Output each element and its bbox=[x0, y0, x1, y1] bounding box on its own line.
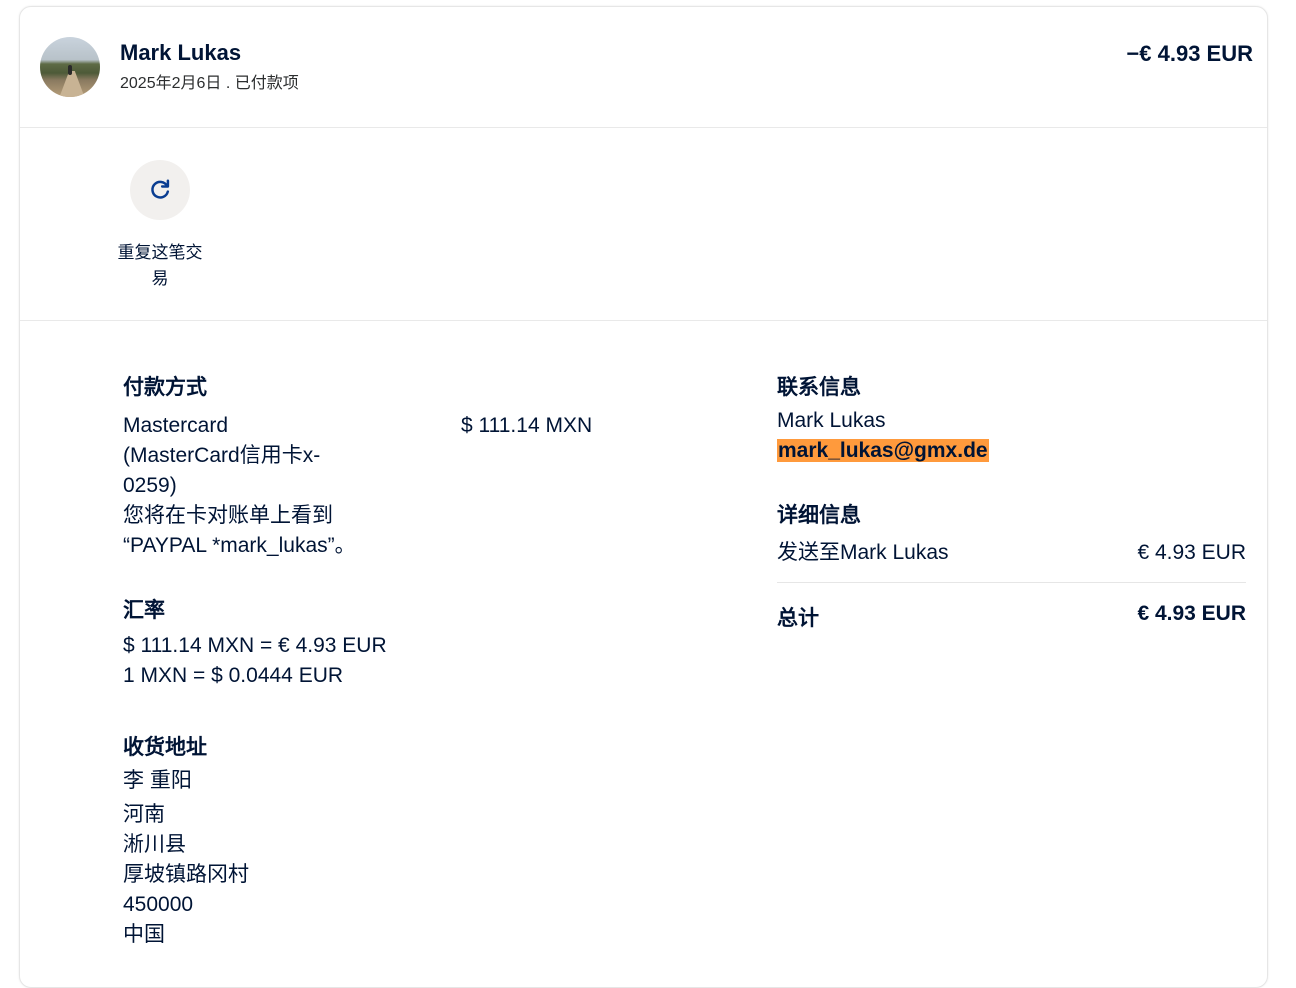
payment-method-line: (MasterCard信用卡x- bbox=[123, 444, 321, 467]
total-amount: € 4.93 EUR bbox=[1137, 602, 1246, 625]
statement-descriptor: “PAYPAL *mark_lukas”。 bbox=[123, 534, 356, 557]
address-line: 河南 bbox=[123, 803, 165, 826]
exchange-rate-line: 1 MXN = $ 0.0444 EUR bbox=[123, 664, 344, 687]
payment-method-line: 0259) bbox=[123, 474, 177, 497]
exchange-rate-title: 汇率 bbox=[123, 599, 165, 622]
sent-amount: € 4.93 EUR bbox=[1137, 541, 1246, 564]
transaction-header: Mark Lukas 2025年2月6日 . 已付款项 −€ 4.93 EUR bbox=[20, 7, 1267, 128]
transaction-card: Mark Lukas 2025年2月6日 . 已付款项 −€ 4.93 EUR … bbox=[19, 6, 1268, 988]
transaction-amount: −€ 4.93 EUR bbox=[1126, 41, 1253, 66]
total-label: 总计 bbox=[777, 607, 819, 630]
repeat-transaction-label[interactable]: 重复这笔交易 bbox=[116, 240, 204, 292]
payment-method-line: Mastercard bbox=[123, 414, 229, 437]
address-line: 李 重阳 bbox=[123, 769, 192, 792]
actions-row: 重复这笔交易 bbox=[20, 128, 1267, 321]
details-title: 详细信息 bbox=[777, 504, 861, 527]
payee-name: Mark Lukas bbox=[120, 40, 242, 65]
payment-amount: $ 111.14 MXN bbox=[461, 414, 593, 437]
address-line: 淅川县 bbox=[123, 833, 186, 856]
sent-to-label: 发送至Mark Lukas bbox=[777, 541, 949, 564]
repeat-transaction-button[interactable] bbox=[130, 160, 190, 220]
transaction-date-status: 2025年2月6日 . 已付款项 bbox=[120, 75, 299, 92]
contact-name: Mark Lukas bbox=[777, 409, 886, 432]
contact-email[interactable]: mark_lukas@gmx.de bbox=[777, 439, 989, 462]
address-line: 中国 bbox=[123, 923, 165, 946]
avatar bbox=[40, 37, 100, 97]
address-line: 厚坡镇路冈村 bbox=[123, 863, 249, 886]
shipping-address-title: 收货地址 bbox=[123, 736, 207, 759]
address-line: 450000 bbox=[123, 893, 194, 916]
contact-info-title: 联系信息 bbox=[777, 376, 861, 399]
payment-method-title: 付款方式 bbox=[123, 376, 207, 399]
statement-note: 您将在卡对账单上看到 bbox=[123, 504, 333, 527]
refresh-icon bbox=[151, 179, 170, 199]
details-divider bbox=[777, 582, 1246, 583]
exchange-rate-line: $ 111.14 MXN = € 4.93 EUR bbox=[123, 634, 387, 657]
contact-email-row: mark_lukas@gmx.de bbox=[777, 436, 989, 466]
